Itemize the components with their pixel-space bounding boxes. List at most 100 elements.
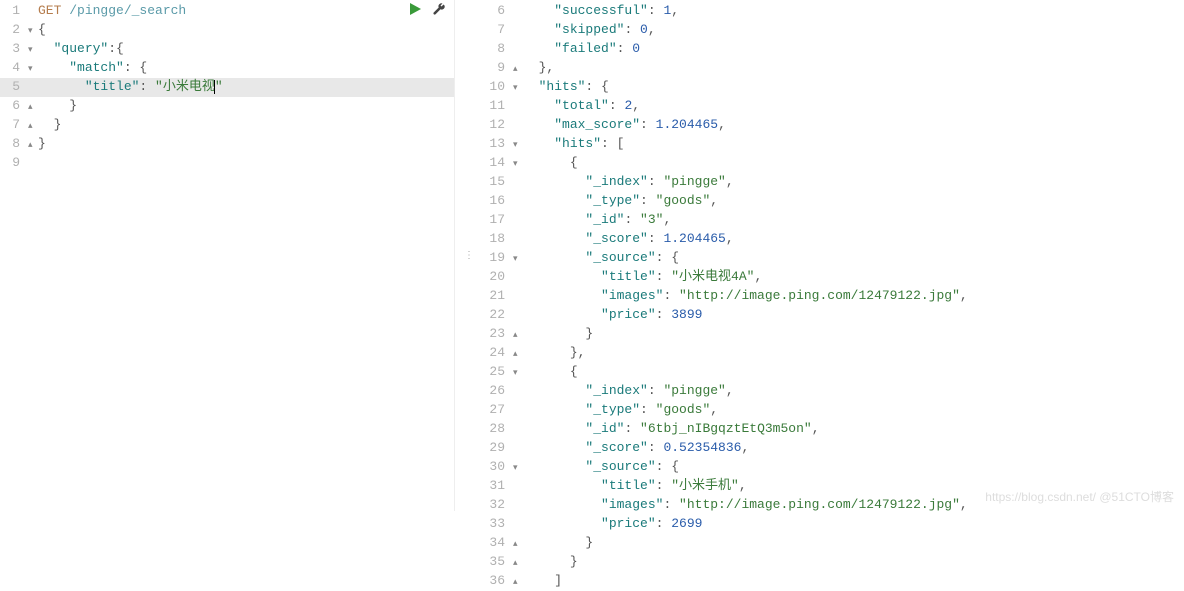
key-token: "_type" [585,193,640,208]
code-line[interactable]: 24▴ }, [485,344,1184,363]
code-line[interactable]: 6▴ } [0,97,454,116]
code-line[interactable]: 7 "skipped": 0, [485,21,1184,40]
code-line[interactable]: 33 "price": 2699 [485,515,1184,534]
code-line[interactable]: 14▾ { [485,154,1184,173]
punc-token: { [570,364,578,379]
code-line[interactable]: 20 "title": "小米电视4A", [485,268,1184,287]
code-line[interactable]: 6 "successful": 1, [485,2,1184,21]
fold-toggle[interactable]: ▴ [28,137,38,154]
fold-toggle [513,232,523,249]
code-line[interactable]: 23▴ } [485,325,1184,344]
code-line[interactable]: 3▾ "query":{ [0,40,454,59]
num-token: 1.204465 [656,117,718,132]
punc-token: } [585,326,593,341]
fold-toggle[interactable]: ▾ [513,156,523,173]
code-line[interactable]: 17 "_id": "3", [485,211,1184,230]
fold-toggle[interactable]: ▴ [513,346,523,363]
fold-toggle[interactable]: ▴ [513,327,523,344]
code-line[interactable]: 11 "total": 2, [485,97,1184,116]
code-line[interactable]: 5 "title": "小米电视" [0,78,454,97]
fold-toggle[interactable]: ▴ [513,61,523,78]
fold-toggle[interactable]: ▾ [28,23,38,40]
fold-toggle [513,308,523,325]
num-token: 0 [632,41,640,56]
code-line[interactable]: 34▴ } [485,534,1184,553]
request-toolbar [408,2,446,20]
response-viewer-pane[interactable]: 6 "successful": 1,7 "skipped": 0,8 "fail… [485,0,1184,511]
code-line[interactable]: 1 GET /pingge/_search [0,2,454,21]
line-number: 36 [485,572,513,589]
code-line[interactable]: 16 "_type": "goods", [485,192,1184,211]
str-token: "pingge" [663,383,725,398]
code-line[interactable]: 13▾ "hits": [ [485,135,1184,154]
str-token: "小米电视4A" [671,269,754,284]
code-line[interactable]: 27 "_type": "goods", [485,401,1184,420]
fold-toggle[interactable]: ▾ [28,42,38,59]
fold-toggle[interactable]: ▴ [28,118,38,135]
code-line[interactable]: 12 "max_score": 1.204465, [485,116,1184,135]
num-token: 2699 [671,516,702,531]
punc-token: } [54,117,62,132]
fold-toggle [513,4,523,21]
punc-token: }, [570,345,586,360]
line-number: 8 [0,135,28,152]
punc-token: : [648,440,664,455]
code-line[interactable]: 18 "_score": 1.204465, [485,230,1184,249]
code-line[interactable]: 7▴ } [0,116,454,135]
code-line[interactable]: 25▾ { [485,363,1184,382]
fold-toggle[interactable]: ▾ [513,460,523,477]
fold-toggle[interactable]: ▴ [513,574,523,591]
code-line[interactable]: 26 "_index": "pingge", [485,382,1184,401]
code-line[interactable]: 8 "failed": 0 [485,40,1184,59]
code-line[interactable]: 2▾{ [0,21,454,40]
line-number: 15 [485,173,513,190]
code-line[interactable]: 28 "_id": "6tbj_nIBgqztEtQ3m5on", [485,420,1184,439]
fold-toggle[interactable]: ▾ [513,80,523,97]
fold-toggle [513,479,523,496]
line-number: 1 [0,2,28,19]
run-button[interactable] [408,2,422,20]
punc-token: : [656,516,672,531]
code-line[interactable]: 10▾ "hits": { [485,78,1184,97]
punc-token: : [139,79,155,94]
code-line[interactable]: 9▴ }, [485,59,1184,78]
code-line[interactable]: 22 "price": 3899 [485,306,1184,325]
code-line[interactable]: 8▴} [0,135,454,154]
punc-token: : [656,269,672,284]
punc-token: , [710,402,718,417]
str-token: "goods" [656,193,711,208]
fold-toggle[interactable]: ▴ [513,555,523,572]
code-line[interactable]: 9 [0,154,454,173]
fold-toggle[interactable]: ▾ [28,61,38,78]
request-code[interactable]: 1 GET /pingge/_search2▾{3▾ "query":{4▾ "… [0,0,454,173]
line-number: 6 [0,97,28,114]
code-line[interactable]: 35▴ } [485,553,1184,572]
line-number: 9 [485,59,513,76]
code-line[interactable]: 30▾ "_source": { [485,458,1184,477]
request-editor-pane[interactable]: 1 GET /pingge/_search2▾{3▾ "query":{4▾ "… [0,0,455,511]
punc-token: , [812,421,820,436]
punc-token: : [640,402,656,417]
key-token: "price" [601,307,656,322]
fold-toggle[interactable]: ▾ [513,251,523,268]
code-line[interactable]: 4▾ "match": { [0,59,454,78]
code-line[interactable]: 19▾ "_source": { [485,249,1184,268]
line-number: 19 [485,249,513,266]
fold-toggle [513,99,523,116]
line-number: 33 [485,515,513,532]
key-token: "total" [554,98,609,113]
code-line[interactable]: 21 "images": "http://image.ping.com/1247… [485,287,1184,306]
code-line[interactable]: 36▴ ] [485,572,1184,591]
wrench-icon[interactable] [432,2,446,20]
key-token: "skipped" [554,22,624,37]
fold-toggle[interactable]: ▴ [28,99,38,116]
code-line[interactable]: 29 "_score": 0.52354836, [485,439,1184,458]
str-token: "goods" [656,402,711,417]
fold-toggle[interactable]: ▴ [513,536,523,553]
fold-toggle[interactable]: ▾ [513,137,523,154]
line-number: 29 [485,439,513,456]
pane-splitter[interactable]: ⋮ [455,0,485,511]
code-line[interactable]: 15 "_index": "pingge", [485,173,1184,192]
fold-toggle[interactable]: ▾ [513,365,523,382]
punc-token: : [640,193,656,208]
